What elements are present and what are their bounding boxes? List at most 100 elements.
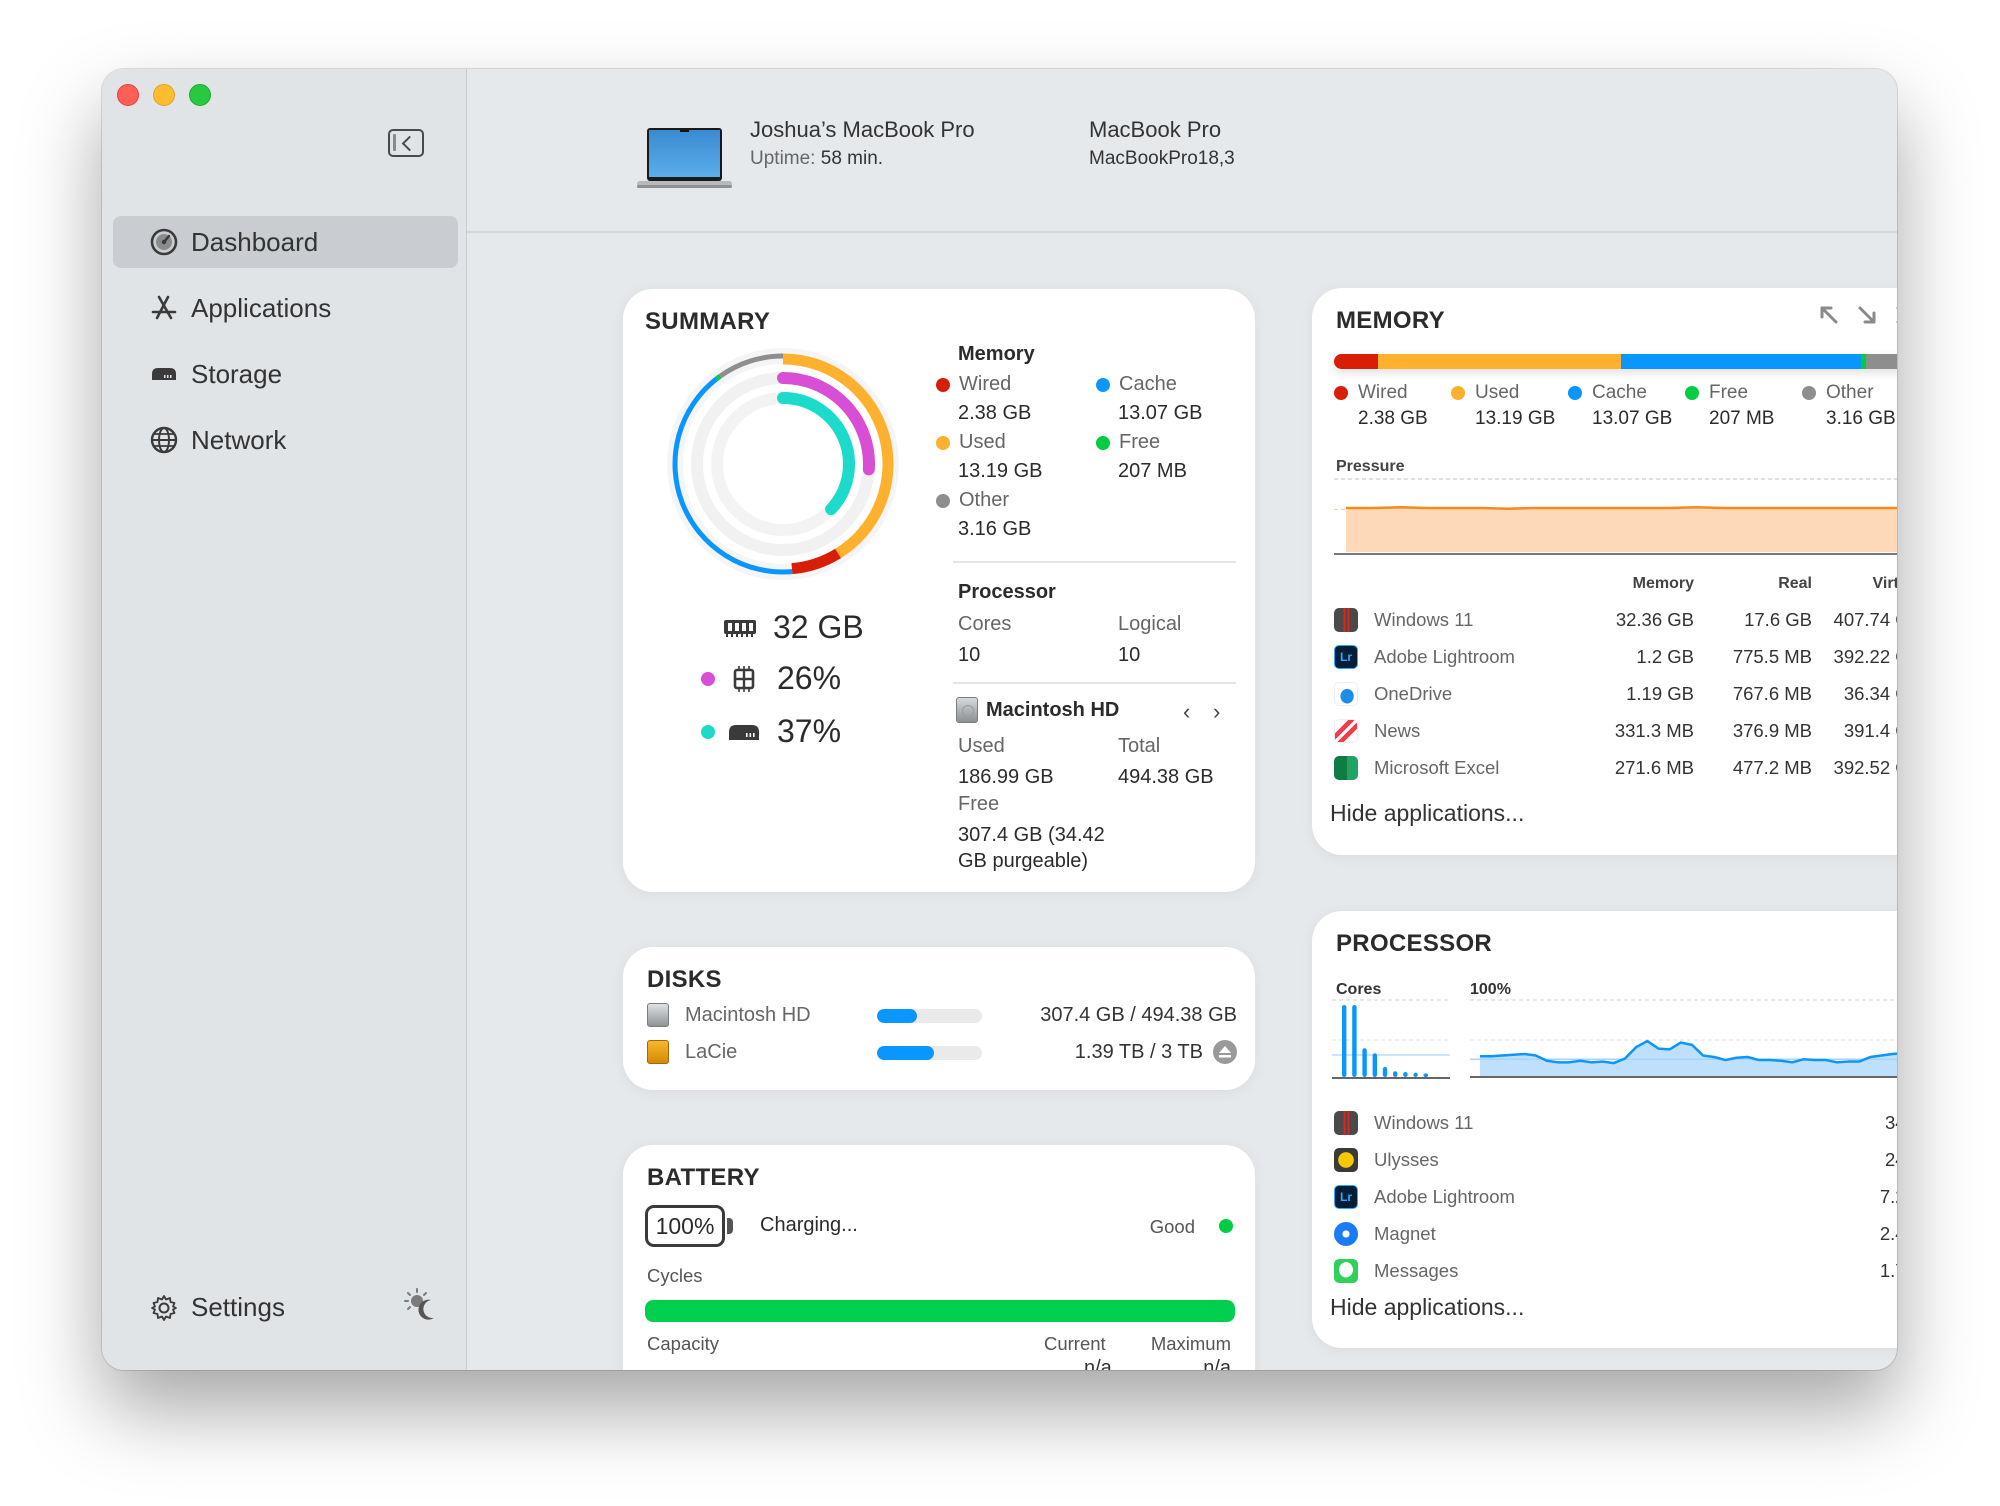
legend-label: Wired xyxy=(959,373,1012,395)
model-name: MacBook Pro xyxy=(1089,117,1222,142)
disk-ring xyxy=(777,392,855,516)
sidebar-nav: Dashboard Applications Storage Network xyxy=(113,216,458,480)
column-memory[interactable]: Memory xyxy=(1582,575,1694,593)
cpu-app-row[interactable]: Ulysses 24% xyxy=(1334,1146,1897,1174)
next-disk-button[interactable]: › xyxy=(1213,699,1220,725)
app-virtual: 36.34 GB xyxy=(1843,683,1897,704)
legend-value: 13.07 GB xyxy=(1118,402,1203,424)
processor-section-title: Processor xyxy=(958,581,1056,603)
memory-legend-item: Used 13.19 GB xyxy=(1451,382,1568,430)
legend-label-text: Other xyxy=(1826,382,1874,403)
disk-used-info: Used 186.99 GB xyxy=(958,735,1054,790)
legend-label-text: Free xyxy=(1709,382,1749,403)
legend-label: Cache xyxy=(1119,373,1177,395)
device-name: Joshua’s MacBook Pro xyxy=(750,117,975,142)
sidebar-item-label: Dashboard xyxy=(191,226,319,257)
sidebar-toggle-icon[interactable] xyxy=(388,129,424,157)
hide-applications-link[interactable]: Hide applications... xyxy=(1330,1294,1524,1321)
app-name: Adobe Lightroom xyxy=(1374,646,1515,667)
app-virtual: 392.52 GB xyxy=(1833,757,1897,778)
cpu-usage-stat: 26% xyxy=(701,660,841,697)
cpu-usage-value: 26% xyxy=(777,660,842,696)
core-bar xyxy=(1413,1072,1418,1077)
disk-row-macintosh-hd[interactable]: Macintosh HD 307.4 GB / 494.38 GB xyxy=(647,1001,1237,1031)
memory-app-row[interactable]: News 331.3 MB 376.9 MB 391.4 GB xyxy=(1334,717,1897,745)
sidebar-item-dashboard[interactable]: Dashboard xyxy=(113,216,458,268)
pressure-label: Pressure xyxy=(1336,458,1405,475)
sidebar-item-applications[interactable]: Applications xyxy=(113,282,458,334)
excel-icon xyxy=(1334,756,1358,780)
window-controls xyxy=(117,84,211,106)
column-virtual[interactable]: Virtual xyxy=(1812,575,1898,593)
appearance-toggle[interactable] xyxy=(403,1287,439,1328)
memory-app-row[interactable]: Lr Adobe Lightroom 1.2 GB 775.5 MB 392.22 GB xyxy=(1334,643,1897,671)
core-bar xyxy=(1393,1071,1398,1077)
sidebar-item-storage[interactable]: Storage xyxy=(113,348,458,400)
disk-size: 1.39 TB / 3 TB xyxy=(1074,1041,1203,1063)
legend-dot xyxy=(1451,386,1465,400)
disk-name: LaCie xyxy=(685,1041,738,1063)
minimize-window-button[interactable] xyxy=(153,84,175,106)
cpu-usage-chart xyxy=(1470,999,1897,1078)
legend-label: Other xyxy=(959,489,1010,511)
disks-card: DISKS Macintosh HD 307.4 GB / 494.38 GB … xyxy=(623,947,1255,1090)
disk-used-value: 186.99 GB xyxy=(958,766,1054,788)
settings-label: Settings xyxy=(191,1292,285,1322)
arrow-up-left-icon xyxy=(1820,306,1838,324)
sidebar-item-network[interactable]: Network xyxy=(113,414,458,466)
zoom-window-button[interactable] xyxy=(189,84,211,106)
legend-value: 3.16 GB xyxy=(1826,408,1896,429)
cpu-app-row[interactable]: Windows 11 34% xyxy=(1334,1109,1897,1137)
uptime-value: 58 min. xyxy=(820,148,884,169)
battery-level-icon: 100% xyxy=(645,1205,725,1247)
external-drive-icon xyxy=(647,1040,669,1064)
disk-used-label: Used xyxy=(958,735,1005,757)
ulysses-icon xyxy=(1334,1148,1358,1172)
app-name: Messages xyxy=(1374,1260,1459,1281)
divider xyxy=(953,682,1236,684)
eject-button[interactable] xyxy=(1213,1040,1237,1064)
sidebar-item-label: Applications xyxy=(191,292,332,323)
sidebar-item-label: Storage xyxy=(191,358,283,389)
close-window-button[interactable] xyxy=(117,84,139,106)
memory-total-value: 32 GB xyxy=(773,609,864,645)
wired-dot xyxy=(936,377,950,392)
disk-name: Macintosh HD xyxy=(685,1004,811,1026)
cpu-app-row[interactable]: Messages 1.7% xyxy=(1334,1257,1897,1285)
legend-label: Free xyxy=(1119,431,1161,453)
memory-bar-segment xyxy=(1865,354,1897,369)
column-real[interactable]: Real xyxy=(1694,575,1812,593)
battery-health-dot xyxy=(1219,1219,1233,1233)
other-dot xyxy=(936,493,950,508)
hard-drive-icon xyxy=(956,697,978,723)
legend-label-text: Wired xyxy=(1358,382,1408,403)
drive-icon xyxy=(149,359,179,389)
hide-applications-link[interactable]: Hide applications... xyxy=(1330,800,1524,827)
move-up-button[interactable] xyxy=(1816,302,1842,328)
close-card-button[interactable] xyxy=(1892,302,1897,328)
divider xyxy=(953,561,1236,563)
current-value: n/a xyxy=(1084,1357,1112,1370)
app-real: 477.2 MB xyxy=(1732,757,1812,778)
cpu-app-row[interactable]: Lr Adobe Lightroom 7.2% xyxy=(1334,1183,1897,1211)
maximum-label: Maximum xyxy=(1150,1333,1231,1354)
used-dot xyxy=(936,435,950,450)
memory-app-row[interactable]: Windows 11 32.36 GB 17.6 GB 407.74 GB xyxy=(1334,606,1897,634)
cpu-app-row[interactable]: Magnet 2.4% xyxy=(1334,1220,1897,1248)
memory-app-row[interactable]: Microsoft Excel 271.6 MB 477.2 MB 392.52 GB xyxy=(1334,754,1897,782)
app-cpu-percent: 24% xyxy=(1884,1149,1897,1170)
globe-icon xyxy=(149,425,179,455)
memory-title: MEMORY xyxy=(1336,307,1445,334)
sun-moon-icon xyxy=(404,1288,434,1320)
disk-usage-bar xyxy=(877,1009,982,1023)
disk-row-lacie[interactable]: LaCie 1.39 TB / 3 TB xyxy=(647,1038,1237,1068)
pressure-chart xyxy=(1334,477,1897,557)
previous-disk-button[interactable]: ‹ xyxy=(1183,699,1190,725)
gauge-icon xyxy=(149,227,179,257)
settings-button[interactable]: Settings xyxy=(149,1292,285,1323)
move-down-button[interactable] xyxy=(1854,302,1880,328)
battery-title: BATTERY xyxy=(647,1164,760,1191)
memory-app-row[interactable]: OneDrive 1.19 GB 767.6 MB 36.34 GB xyxy=(1334,680,1897,708)
app-virtual: 391.4 GB xyxy=(1843,720,1897,741)
cpu-chip-icon xyxy=(727,664,761,694)
